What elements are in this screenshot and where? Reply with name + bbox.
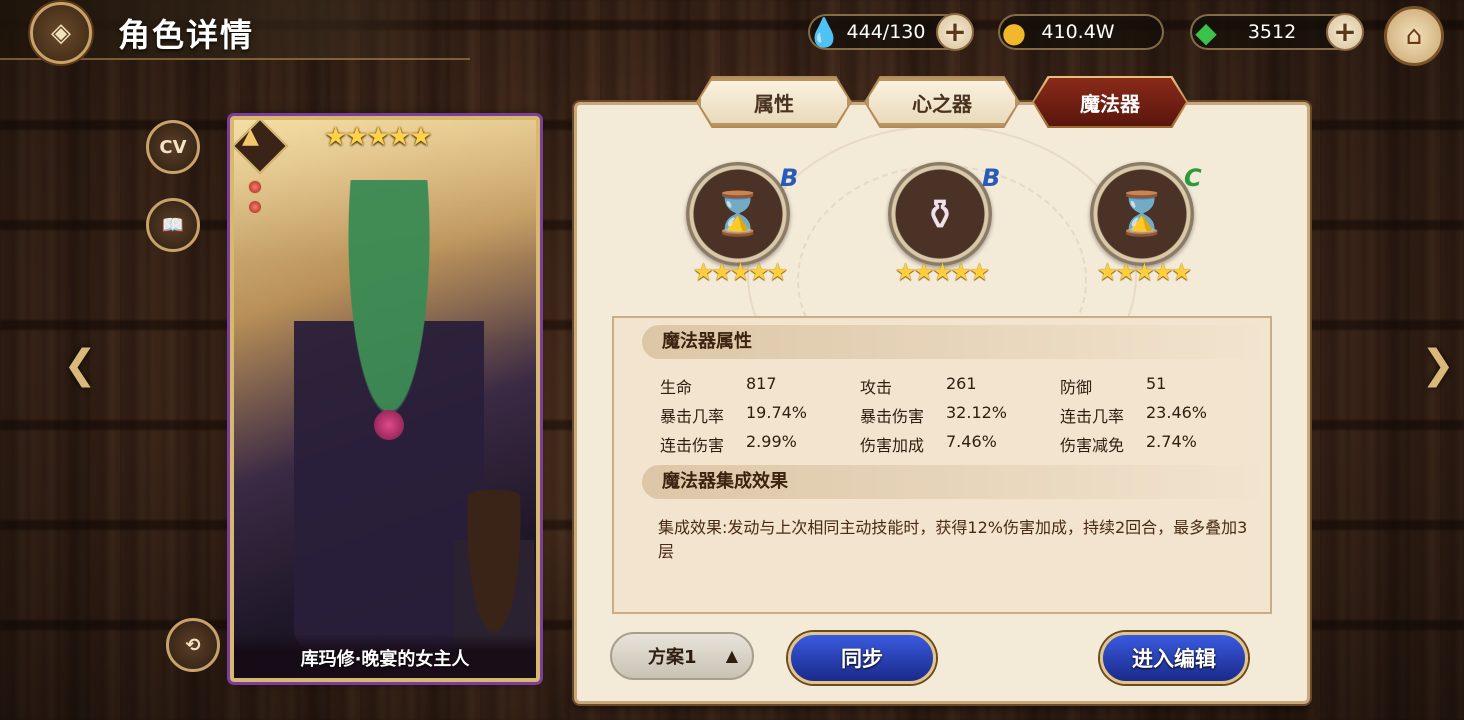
stat-value: 817 — [746, 374, 777, 393]
element-gem-icon — [248, 180, 262, 194]
rose-ornament — [374, 410, 404, 440]
stat-label: 攻击 — [860, 378, 893, 397]
gold-coin-icon: ● — [1001, 15, 1027, 49]
caret-up-icon: ▲ — [725, 646, 738, 665]
home-icon: ⌂ — [1405, 21, 1423, 51]
magic-item-slot-2[interactable]: ⚱ B ★★★★★ — [886, 162, 1000, 292]
element-gem-icon — [248, 200, 262, 214]
stat-label: 暴击伤害 — [860, 407, 925, 426]
stat-value: 32.12% — [946, 403, 1008, 422]
chevron-left-icon: ❮ — [63, 342, 97, 388]
currency-gems: ◆ 3512 + — [1190, 13, 1364, 51]
enter-edit-button[interactable]: 进入编辑 — [1100, 632, 1248, 684]
character-name: 库玛修·晚宴的女主人 — [234, 634, 536, 678]
slot-stars: ★★★★★ — [1096, 258, 1193, 286]
plan-select[interactable]: 方案1 ▲ — [610, 632, 754, 680]
stat-label: 生命 — [660, 378, 693, 397]
tab-label: 属性 — [754, 91, 794, 116]
add-stamina-button[interactable]: + — [936, 13, 974, 51]
stat-value: 2.74% — [1146, 432, 1197, 451]
back-diamond-icon: ◈ — [51, 18, 71, 48]
grade-badge: B — [982, 164, 1001, 192]
stat-value: 261 — [946, 374, 977, 393]
tab-label: 心之器 — [912, 91, 972, 116]
back-button[interactable]: ◈ — [30, 2, 92, 64]
class-emblem — [234, 120, 289, 175]
sync-button[interactable]: 同步 — [788, 632, 936, 684]
stat-label: 伤害加成 — [860, 436, 925, 455]
tab-label: 魔法器 — [1080, 91, 1140, 116]
stat-value: 2.99% — [746, 432, 797, 451]
add-gems-button[interactable]: + — [1326, 13, 1364, 51]
stat-label: 连击伤害 — [660, 436, 725, 455]
stat-value: 7.46% — [946, 432, 997, 451]
potion-flask-icon: ⚱ — [888, 162, 992, 266]
story-book-button[interactable]: 📖 — [146, 198, 200, 252]
edit-label: 进入编辑 — [1132, 647, 1216, 671]
stat-value: 51 — [1146, 374, 1167, 393]
water-drop-icon: 💧 — [806, 15, 842, 49]
switch-view-button[interactable]: ⟲ — [166, 618, 220, 672]
set-effect-header: 魔法器集成效果 — [642, 465, 1272, 499]
magic-item-slot-1[interactable]: ⌛ B ★★★★★ — [684, 162, 798, 292]
slot-stars: ★★★★★ — [894, 258, 991, 286]
page-title: 角色详情 — [118, 16, 255, 54]
currency-gold: ● 410.4W — [998, 14, 1164, 50]
character-card[interactable]: ▲ ★★★★★ 库玛修·晚宴的女主人 — [230, 116, 540, 682]
sync-label: 同步 — [841, 647, 883, 671]
grade-badge: C — [1184, 164, 1202, 192]
hourglass-icon: ⌛ — [686, 162, 790, 266]
stat-label: 防御 — [1060, 378, 1093, 397]
card-stars: ★★★★★ — [324, 122, 433, 152]
prev-character-arrow[interactable]: ❮ — [62, 340, 98, 390]
rotate-card-icon: ⟲ — [185, 634, 201, 656]
stat-label: 伤害减免 — [1060, 436, 1125, 455]
slot-stars: ★★★★★ — [692, 258, 789, 286]
chevron-right-icon: ❯ — [1421, 342, 1455, 388]
attributes-header: 魔法器属性 — [642, 325, 1272, 359]
plan-label: 方案1 — [648, 647, 697, 668]
grade-badge: B — [780, 164, 799, 192]
stat-value: 19.74% — [746, 403, 808, 422]
magic-item-slot-3[interactable]: ⌛ C ★★★★★ — [1088, 162, 1202, 292]
tab-attributes[interactable]: 属性 — [698, 78, 850, 126]
tab-heart-item[interactable]: 心之器 — [866, 78, 1018, 126]
cv-button[interactable]: CV — [146, 120, 200, 174]
stat-label: 连击几率 — [1060, 407, 1125, 426]
next-character-arrow[interactable]: ❯ — [1420, 340, 1456, 390]
set-effect-text: 集成效果:发动与上次相同主动技能时，获得12%伤害加成，持续2回合，最多叠加3层 — [658, 518, 1248, 561]
green-crystal-icon: ◆ — [1195, 15, 1217, 49]
tab-magic-item[interactable]: 魔法器 — [1034, 78, 1186, 126]
cv-label: CV — [159, 136, 187, 158]
currency-stamina: 💧 444/130 + — [807, 13, 974, 51]
fire-emblem-icon: ▲ — [242, 124, 259, 149]
home-button[interactable]: ⌂ — [1384, 6, 1444, 66]
hourglass-icon: ⌛ — [1090, 162, 1194, 266]
stat-label: 暴击几率 — [660, 407, 725, 426]
book-icon: 📖 — [161, 214, 185, 236]
stat-value: 23.46% — [1146, 403, 1208, 422]
